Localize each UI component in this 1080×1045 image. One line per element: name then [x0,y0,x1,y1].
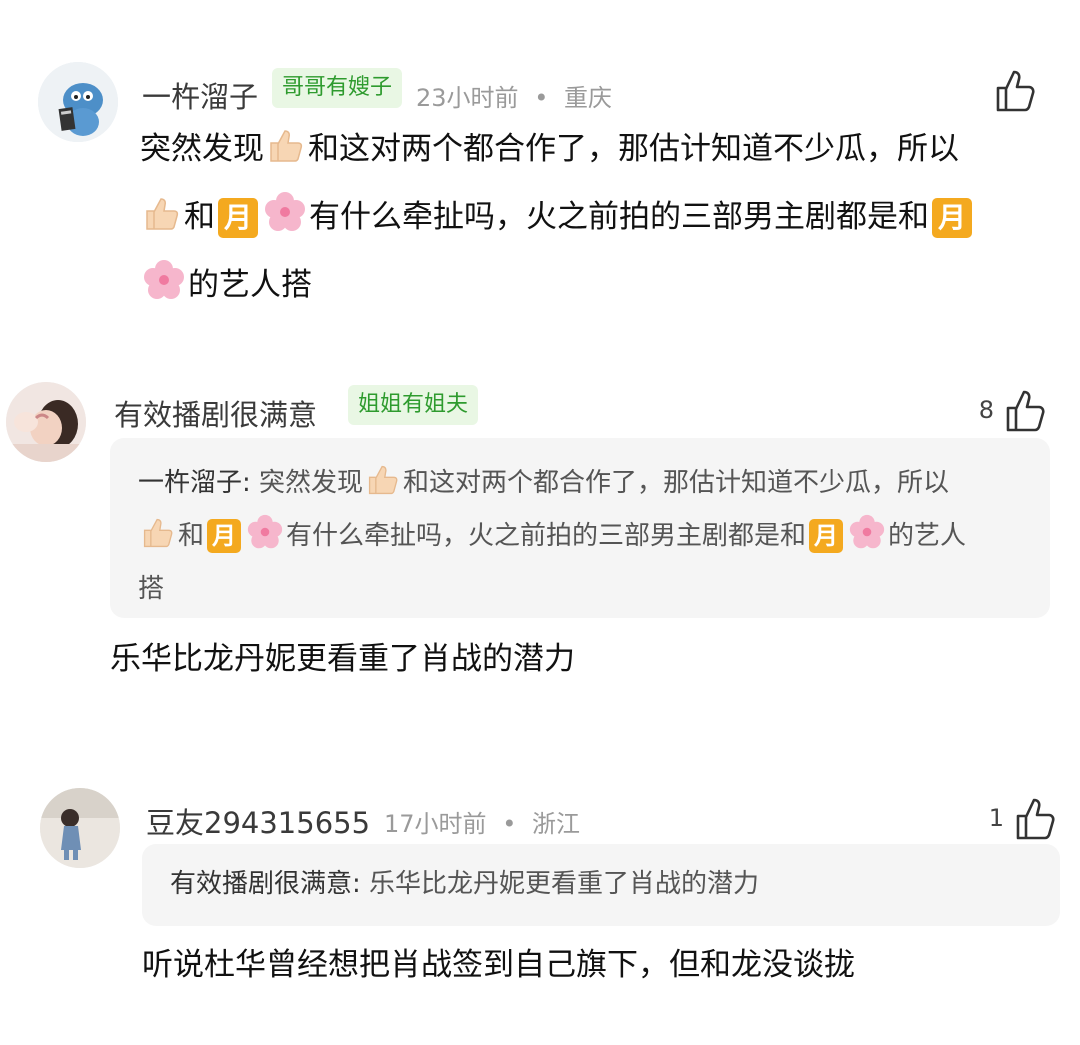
timestamp: 23小时前 [416,84,519,112]
quote-text: 和 [178,521,205,551]
quote-text: 和这对两个都合作了，那估计知道不少瓜，所以 [403,468,950,498]
quote-text: 的艺人 [888,521,967,551]
avatar[interactable] [6,382,86,462]
quoted-comment[interactable]: 有效播剧很满意: 乐华比龙丹妮更看重了肖战的潜力 [142,844,1060,926]
body-text: 的艺人搭 [188,267,312,303]
like-button[interactable]: 8 [979,388,1046,432]
comment-meta: 17小时前 • 浙江 [384,804,580,839]
thumbs-up-icon [1004,388,1046,432]
moon-emoji-icon: 月 [207,519,242,553]
username[interactable]: 豆友294315655 [146,800,370,842]
body-text: 和这对两个都合作了，那估计知道不少瓜，所以 [308,131,959,167]
quote-author: 一杵溜子: [138,468,251,498]
username[interactable]: 一杵溜子 [142,74,258,116]
body-text: 和 [184,199,215,235]
quote-text: 有什么牵扯吗，火之前拍的三部男主剧都是和 [286,521,807,551]
comment-body: 突然发现 和这对两个都合作了，那估计知道不少瓜，所以 和月有什么牵扯吗，火之前拍的… [140,118,1040,322]
thumbs-up-icon [1014,796,1056,840]
comment-meta: 23小时前 • 重庆 [416,78,612,113]
user-badge: 姐姐有姐夫 [348,385,479,425]
sakura-flower-icon [143,259,185,322]
sakura-flower-icon [247,514,283,566]
thumbs-up-emoji-icon [267,124,305,186]
location: 重庆 [563,84,612,112]
quote-text: 突然发现 [259,468,364,498]
like-count: 8 [978,396,994,424]
quote-text: 乐华比龙丹妮更看重了肖战的潜力 [369,869,760,899]
comment-item: 有效播剧很满意 姐姐有姐夫 8 一杵溜子: 突然发现 和这对两个都合作了，那估计知… [0,370,1080,710]
moon-emoji-icon: 月 [809,519,844,553]
meta-separator: • [502,810,517,838]
comment-body: 乐华比龙丹妮更看重了肖战的潜力 [110,641,575,677]
thumbs-up-emoji-icon [366,463,400,513]
quote-author: 有效播剧很满意: [170,869,361,899]
like-button[interactable] [994,68,1036,112]
like-count: 1 [988,804,1004,832]
meta-separator: • [534,84,549,112]
body-text: 有什么牵扯吗，火之前拍的三部男主剧都是和 [309,199,929,235]
quote-text: 搭 [138,574,165,604]
moon-emoji-icon: 月 [932,198,972,238]
comment-body: 听说杜华曾经想把肖战签到自己旗下，但和龙没谈拢 [142,947,855,983]
thumbs-up-emoji-icon [143,192,181,254]
comment-item: 一杵溜子 哥哥有嫂子 23小时前 • 重庆 突然发现 和这对两个都合作了，那估计知… [0,0,1080,320]
body-text: 突然发现 [140,131,264,167]
avatar[interactable] [38,62,118,142]
username[interactable]: 有效播剧很满意 [114,392,317,434]
moon-emoji-icon: 月 [218,198,258,238]
thumbs-up-emoji-icon [141,516,175,566]
timestamp: 17小时前 [384,810,487,838]
avatar[interactable] [40,788,120,868]
like-button[interactable]: 1 [989,796,1056,840]
sakura-flower-icon [849,514,885,566]
sakura-flower-icon [264,191,306,254]
thumbs-up-icon [994,68,1036,112]
location: 浙江 [531,810,580,838]
comment-item: 豆友294315655 17小时前 • 浙江 1 有效播剧很满意: 乐华比龙丹妮… [0,780,1080,1040]
user-badge: 哥哥有嫂子 [272,68,403,108]
comment-thread: 一杵溜子 哥哥有嫂子 23小时前 • 重庆 突然发现 和这对两个都合作了，那估计知… [0,0,1080,1045]
quoted-comment[interactable]: 一杵溜子: 突然发现 和这对两个都合作了，那估计知道不少瓜，所以 和月有什么牵扯吗… [110,438,1050,618]
